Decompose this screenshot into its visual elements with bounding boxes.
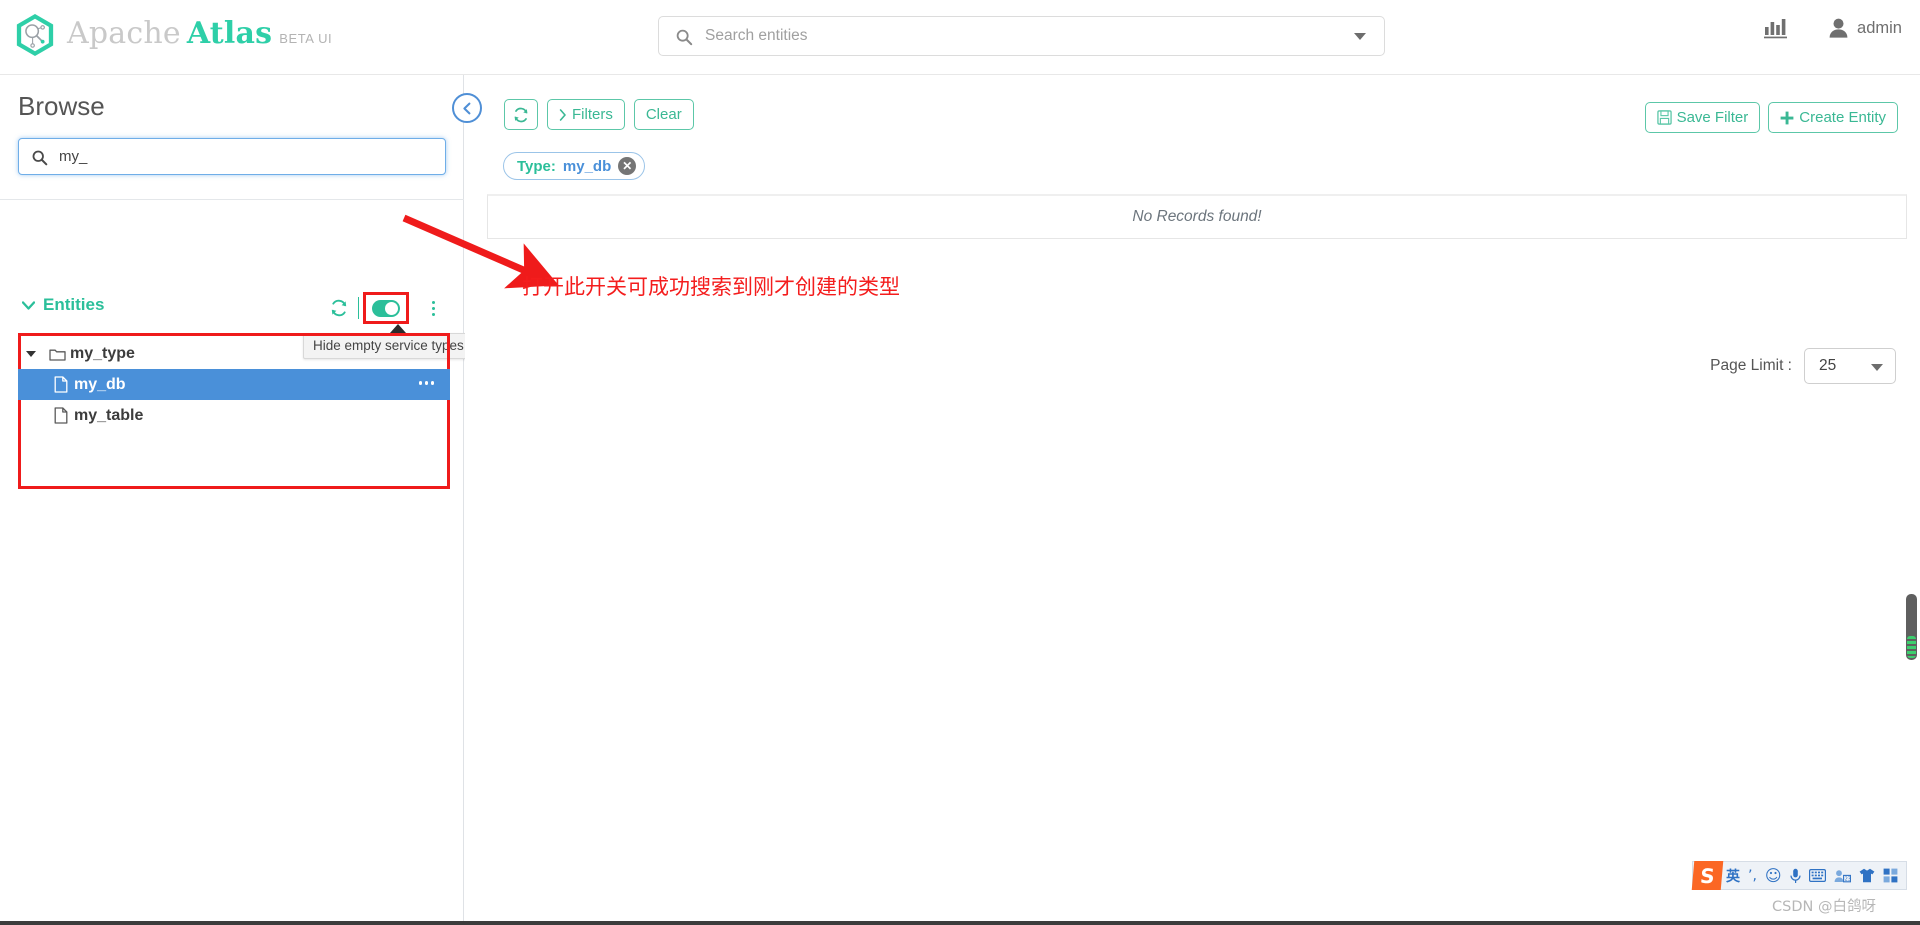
app-header: ApacheAtlas BETA UI admin xyxy=(0,0,1920,75)
refresh-icon xyxy=(514,107,528,122)
toolbox-icon[interactable] xyxy=(1879,861,1902,890)
page-scrollbar-thumb[interactable] xyxy=(1906,594,1917,660)
page-limit-value: 25 xyxy=(1819,357,1837,374)
results-table: No Records found! xyxy=(487,194,1907,239)
save-filter-label: Save Filter xyxy=(1676,109,1749,126)
clear-button[interactable]: Clear xyxy=(633,99,694,130)
main-content: Filters Clear Save Filter Create Entity … xyxy=(465,75,1920,925)
brand-atlas-text: Atlas xyxy=(186,15,273,51)
annotation-text: 打开此开关可成功搜索到刚才创建的类型 xyxy=(522,275,900,299)
search-icon xyxy=(32,150,48,166)
entities-section-label: Entities xyxy=(43,295,105,314)
chevron-down-icon xyxy=(1871,364,1883,371)
refresh-tree-button[interactable] xyxy=(324,293,354,323)
vertical-ellipsis-icon[interactable] xyxy=(422,293,444,323)
scrollbar-stripes xyxy=(1907,636,1916,658)
create-entity-button[interactable]: Create Entity xyxy=(1768,102,1898,133)
emoji-icon[interactable]: ☺ xyxy=(1761,861,1786,890)
atlas-hexagon-logo-icon xyxy=(16,14,54,56)
user-name-label: admin xyxy=(1857,18,1902,37)
file-icon xyxy=(48,407,74,424)
active-filters-row: Type: my_db ✕ xyxy=(503,152,646,180)
toolbar-left-group: Filters Clear xyxy=(504,99,694,130)
page-title: Browse xyxy=(18,91,105,121)
folder-icon xyxy=(44,347,70,361)
filters-button[interactable]: Filters xyxy=(547,99,625,130)
global-search-input[interactable] xyxy=(703,17,1340,55)
entities-tools xyxy=(324,292,444,324)
global-search-box[interactable] xyxy=(658,16,1385,56)
main-toolbar: Filters Clear Save Filter Create Entity xyxy=(465,99,1920,139)
svg-text:23: 23 xyxy=(1844,876,1850,882)
tree-node-my-type[interactable]: my_type xyxy=(18,338,450,369)
user-dict-icon[interactable]: 23 xyxy=(1830,861,1855,890)
header-right-controls: admin xyxy=(1763,16,1902,40)
expand-caret-icon[interactable] xyxy=(18,350,44,357)
user-icon xyxy=(1829,18,1848,38)
sogou-ime-toolbar: S 英 ’, ☺ 23 xyxy=(1691,861,1907,890)
page-limit-label: Page Limit : xyxy=(1710,357,1792,374)
filter-chip-key: Type: xyxy=(517,157,556,175)
chevron-down-icon[interactable] xyxy=(1354,33,1366,40)
chinese-english-toggle-icon[interactable]: 英 xyxy=(1722,861,1744,890)
create-entity-label: Create Entity xyxy=(1799,109,1886,126)
search-icon xyxy=(676,29,693,46)
toggle-knob xyxy=(385,301,398,315)
tree-node-label: my_db xyxy=(74,375,126,393)
save-filter-button[interactable]: Save Filter xyxy=(1644,102,1761,133)
window-bottom-edge xyxy=(0,921,1920,925)
sidebar-search-box[interactable] xyxy=(18,138,446,175)
sidebar-collapse-button[interactable] xyxy=(452,93,482,123)
chevron-down-icon xyxy=(22,300,35,310)
toolbar-right-group: Save Filter Create Entity xyxy=(1644,102,1898,133)
page-limit-control: Page Limit : 25 xyxy=(1710,348,1896,384)
sidebar-divider xyxy=(0,199,464,200)
brand-beta-label: BETA UI xyxy=(279,30,333,46)
entities-section-header: Entities xyxy=(0,290,464,326)
refresh-icon xyxy=(331,299,347,317)
sidebar-search-input[interactable] xyxy=(57,139,437,174)
bar-chart-statistics-icon[interactable] xyxy=(1763,16,1789,40)
plus-icon xyxy=(1780,111,1794,124)
global-search-wrapper xyxy=(658,16,1385,56)
filter-chip-value: my_db xyxy=(562,157,612,175)
refresh-results-button[interactable] xyxy=(504,99,538,130)
entities-tree: my_type my_db my_table xyxy=(18,338,450,431)
sogou-logo-icon[interactable]: S xyxy=(1691,861,1724,890)
tree-node-my-table[interactable]: my_table xyxy=(18,400,450,431)
brand-logo-block[interactable]: Apache Atlas BETA UI xyxy=(14,12,332,58)
tooltip-pointer xyxy=(390,324,406,333)
no-records-message: No Records found! xyxy=(1132,208,1262,225)
hide-empty-service-types-highlight xyxy=(363,292,409,324)
chevron-right-icon xyxy=(559,108,566,121)
page-limit-select[interactable]: 25 xyxy=(1804,348,1896,384)
brand-title: Apache Atlas BETA UI xyxy=(67,15,333,52)
floppy-save-icon xyxy=(1656,110,1672,125)
clear-button-label: Clear xyxy=(645,106,682,123)
browse-sidebar: Browse Entities xyxy=(0,75,474,925)
filter-chip-type[interactable]: Type: my_db ✕ xyxy=(503,152,646,180)
tree-node-label: my_table xyxy=(74,406,144,424)
soft-keyboard-icon[interactable] xyxy=(1805,861,1830,890)
hide-empty-service-types-toggle[interactable] xyxy=(372,299,400,317)
csdn-watermark: CSDN @白鸽呀 xyxy=(1772,899,1876,915)
file-icon xyxy=(48,376,74,393)
row-ellipsis-icon[interactable] xyxy=(418,381,434,385)
sidebar-search-wrapper xyxy=(18,138,446,175)
user-menu[interactable]: admin xyxy=(1829,18,1902,38)
skin-icon[interactable] xyxy=(1855,861,1879,890)
brand-apache-text: Apache xyxy=(67,15,181,51)
tree-node-label: my_type xyxy=(70,344,135,362)
entities-section-toggle[interactable]: Entities xyxy=(22,295,104,315)
chevron-left-icon xyxy=(462,102,470,114)
voice-input-icon[interactable] xyxy=(1786,861,1805,890)
close-circle-icon[interactable]: ✕ xyxy=(618,157,637,175)
tools-divider xyxy=(358,297,359,319)
punctuation-icon[interactable]: ’, xyxy=(1744,861,1761,890)
filters-button-label: Filters xyxy=(572,106,613,123)
tree-node-my-db[interactable]: my_db xyxy=(18,369,450,400)
